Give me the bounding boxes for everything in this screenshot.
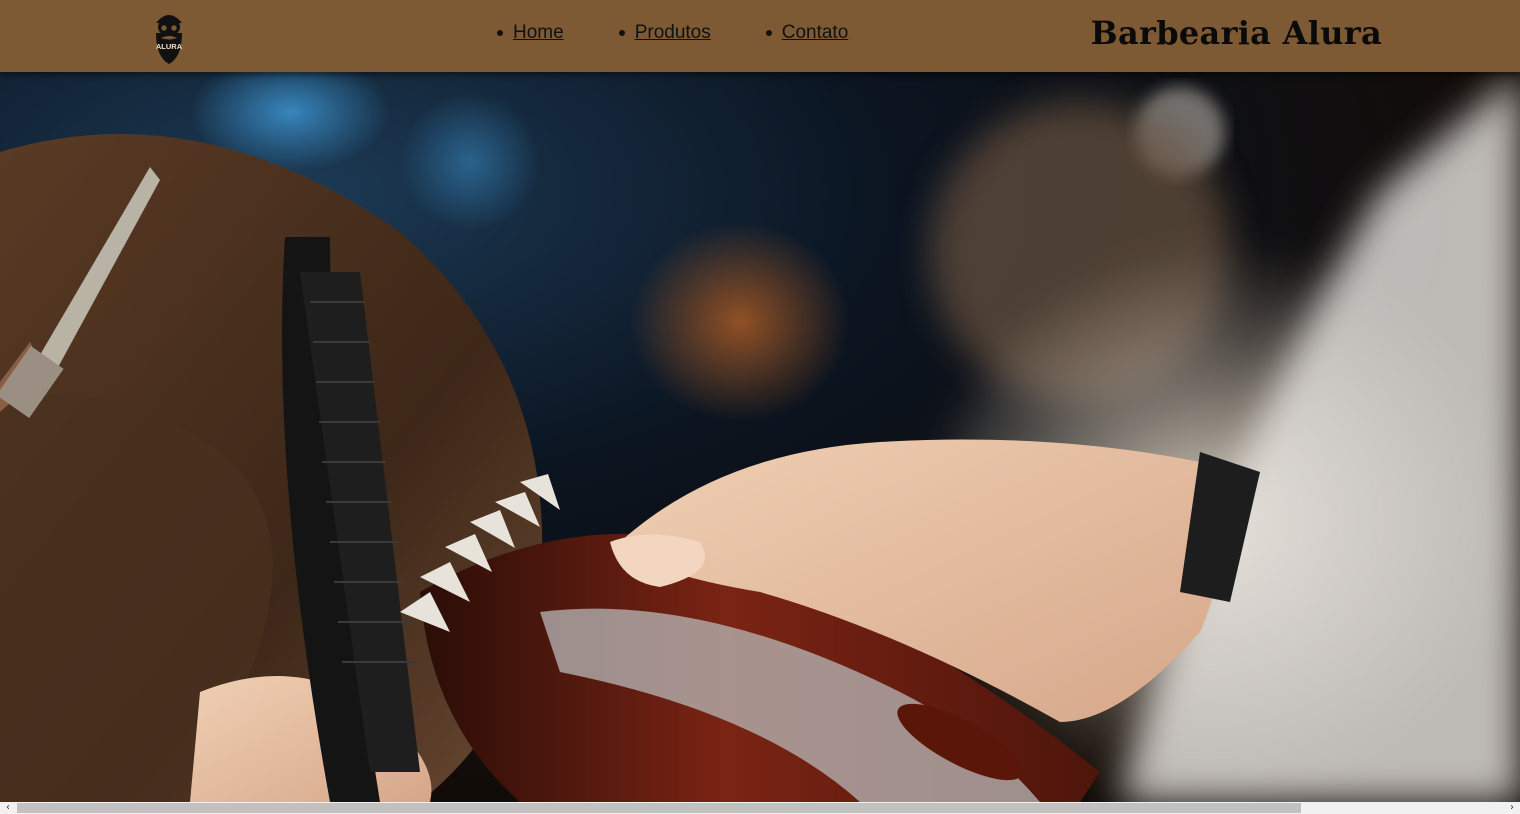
nav-link-home[interactable]: Home (513, 22, 564, 44)
bullet-icon (497, 30, 503, 36)
hero-image (0, 72, 1520, 802)
alura-logo[interactable]: ALURA (150, 7, 188, 65)
nav-link-produtos[interactable]: Produtos (635, 22, 711, 44)
brand-title: Barbearia Alura (1090, 14, 1382, 52)
main-nav: Home Produtos Contato (485, 22, 848, 44)
nav-link-contato[interactable]: Contato (782, 22, 849, 44)
nav-item-contato: Contato (754, 22, 849, 44)
scroll-left-arrow-icon[interactable]: ‹ (0, 802, 16, 814)
nav-item-produtos: Produtos (607, 22, 711, 44)
nav-item-home: Home (485, 22, 564, 44)
bullet-icon (618, 30, 625, 36)
scroll-right-arrow-icon[interactable]: › (1504, 802, 1520, 814)
logo-text: ALURA (156, 42, 183, 51)
site-header: ALURA Home Produtos Contato Barbearia Al… (0, 0, 1520, 72)
horizontal-scrollbar[interactable]: ‹ › (0, 802, 1520, 814)
bullet-icon (765, 30, 772, 36)
scrollbar-thumb[interactable] (17, 803, 1301, 813)
hero-illustration (0, 72, 1520, 802)
